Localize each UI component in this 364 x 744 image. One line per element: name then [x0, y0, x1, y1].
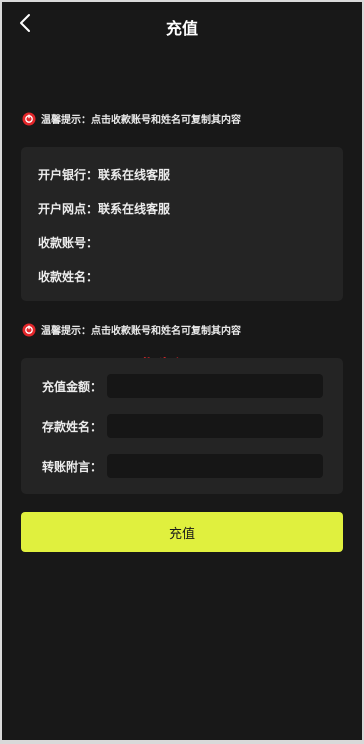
depositor-name-row: 存款姓名：	[21, 414, 343, 438]
warning-icon	[22, 112, 36, 126]
info-value: 联系在线客服	[98, 168, 171, 182]
info-value: 联系在线客服	[98, 202, 171, 216]
info-label: 收款姓名：	[38, 270, 99, 284]
bank-name-row[interactable]: 开户银行：联系在线客服	[38, 166, 170, 183]
warning-icon	[22, 323, 36, 337]
tip-text: 温馨提示：点击收款账号和姓名可复制其内容	[41, 115, 241, 126]
recharge-button[interactable]: 充值	[21, 512, 343, 552]
phone-screen: 充值 温馨提示：点击收款账号和姓名可复制其内容 开户银行：联系在线客服 开户网点…	[2, 2, 362, 740]
info-label: 开户银行：	[38, 168, 99, 182]
account-name-row[interactable]: 收款姓名：	[38, 268, 98, 285]
account-number-row[interactable]: 收款账号：	[38, 234, 98, 251]
info-label: 开户网点：	[38, 202, 99, 216]
transfer-note-label: 转账附言：	[42, 460, 103, 474]
transfer-note-input[interactable]	[107, 454, 323, 478]
depositor-name-input[interactable]	[107, 414, 323, 438]
tip-bottom: 温馨提示：点击收款账号和姓名可复制其内容	[22, 322, 241, 337]
bank-info-card: 开户银行：联系在线客服 开户网点：联系在线客服 收款账号： 收款姓名：	[21, 147, 343, 301]
amount-input[interactable]	[107, 374, 323, 398]
tip-top: 温馨提示：点击收款账号和姓名可复制其内容	[22, 111, 241, 126]
page-title: 充值	[165, 19, 198, 38]
deposit-form-card: 充值金额： 存款姓名： 转账附言：	[21, 358, 343, 494]
info-label: 收款账号：	[38, 236, 99, 250]
amount-row: 充值金额：	[21, 374, 343, 398]
tip-text: 温馨提示：点击收款账号和姓名可复制其内容	[41, 326, 241, 337]
top-bar: 充值	[2, 2, 362, 50]
bank-branch-row[interactable]: 开户网点：联系在线客服	[38, 200, 170, 217]
amount-label: 充值金额：	[42, 380, 103, 394]
depositor-name-label: 存款姓名：	[42, 420, 103, 434]
transfer-note-row: 转账附言：	[21, 454, 343, 478]
